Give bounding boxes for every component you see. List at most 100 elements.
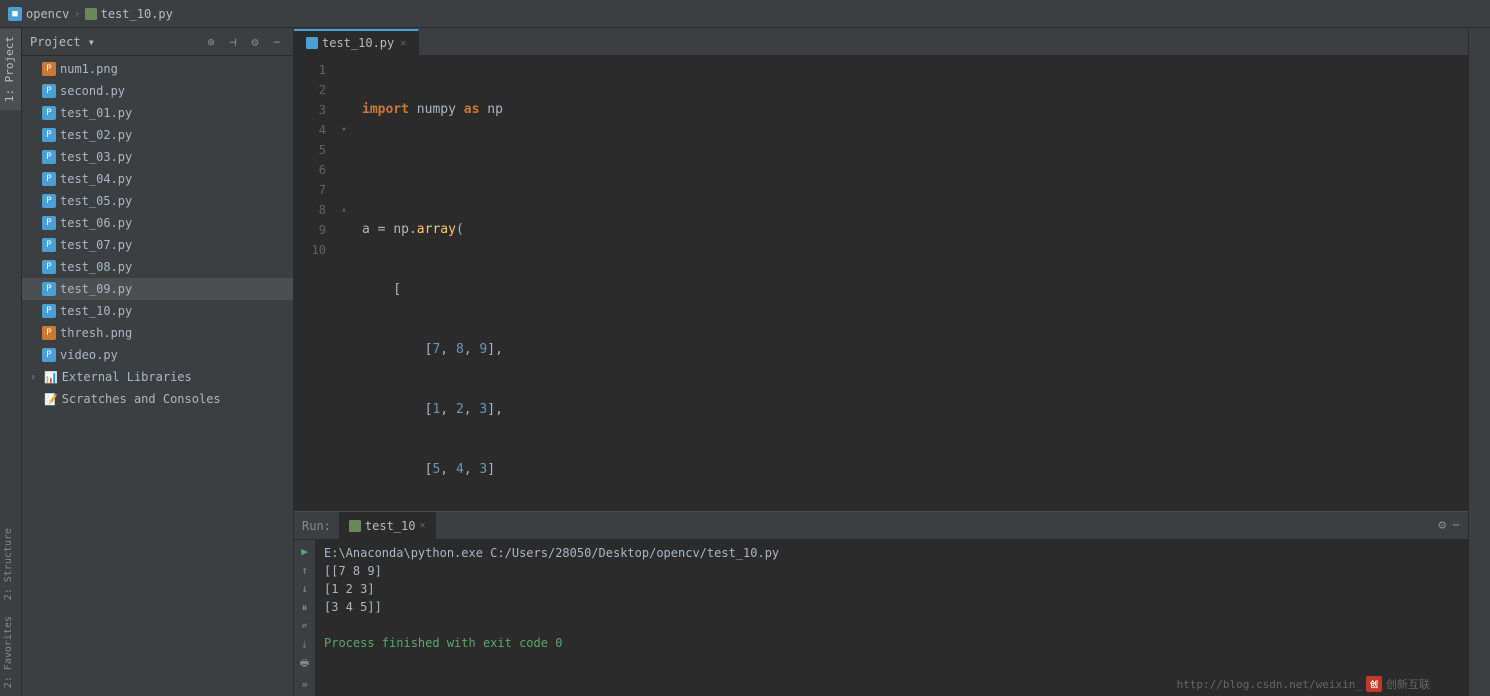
project-name: opencv (26, 7, 69, 21)
token-8: 8 (456, 340, 464, 360)
code-line-3: a = np.array( (362, 220, 1468, 240)
output-line-3: [3 4 5]] (324, 598, 1460, 616)
fold-icon-8[interactable]: ▴ (341, 205, 346, 215)
tab-label: test_10.py (322, 36, 394, 50)
sidebar-item-structure[interactable]: 2: Structure (0, 520, 21, 608)
run-gear-icon[interactable]: ⚙ (1438, 518, 1446, 533)
token-c1: , (440, 340, 456, 360)
token-3: 3 (479, 400, 487, 420)
token-a: a (362, 220, 370, 240)
tab-test10py[interactable]: test_10.py ✕ (294, 29, 419, 55)
file-test01py[interactable]: P test_01.py (22, 102, 293, 124)
py-icon: P (42, 304, 56, 318)
split-icon[interactable]: ⊣ (225, 34, 241, 50)
code-line-7: [5, 4, 3] (362, 460, 1468, 480)
wrap-button[interactable]: ⇌ (296, 619, 314, 634)
code-line-2 (362, 160, 1468, 180)
scratches-group[interactable]: › 📝 Scratches and Consoles (22, 388, 293, 410)
py-icon: P (42, 238, 56, 252)
globe-icon[interactable]: ⊕ (203, 34, 219, 50)
token-row3-close: ] (487, 460, 495, 480)
editor-area: test_10.py ✕ 1 2 3 4 5 6 7 8 9 10 (294, 28, 1468, 696)
token-paren1: ( (456, 220, 464, 240)
watermark-brand: http://blog.csdn.net/weixin_ 创 创新互联 (1177, 676, 1430, 692)
expand-arrow: › (30, 372, 42, 383)
token-c4: , (464, 400, 480, 420)
file-num1png[interactable]: P num1.png (22, 58, 293, 80)
file-test02py[interactable]: P test_02.py (22, 124, 293, 146)
run-minus-icon[interactable]: − (1452, 518, 1460, 533)
token-7: 7 (432, 340, 440, 360)
file-test07py[interactable]: P test_07.py (22, 234, 293, 256)
code-gutter: ▾ ▴ (334, 56, 354, 511)
token-row1-close: ], (487, 340, 503, 360)
token-c3: , (440, 400, 456, 420)
run-tab-close[interactable]: ✕ (419, 520, 425, 531)
token-row2-close: ], (487, 400, 503, 420)
collapse-icon[interactable]: − (269, 34, 285, 50)
watermark: http://blog.csdn.net/weixin_ 创 创新互联 (1177, 676, 1430, 692)
file-test05py[interactable]: P test_05.py (22, 190, 293, 212)
settings-icon[interactable]: ⚙ (247, 34, 263, 50)
sidebar-item-favorites[interactable]: 2: Favorites (0, 608, 21, 696)
file-test09py[interactable]: P test_09.py (22, 278, 293, 300)
library-icon: 📊 (44, 371, 58, 384)
tab-close-button[interactable]: ✕ (400, 38, 406, 49)
bottom-panel: Run: test_10 ✕ ⚙ − ▶ ↑ (294, 511, 1468, 696)
run-header-right: ⚙ − (1438, 518, 1460, 533)
token-1: 1 (432, 400, 440, 420)
line-num-9: 9 (294, 220, 334, 240)
down-button[interactable]: ↓ (296, 581, 314, 596)
py-icon: P (42, 348, 56, 362)
code-content[interactable]: import numpy as np a = np.array( [ [7, 8… (354, 56, 1468, 511)
token-c2: , (464, 340, 480, 360)
py-icon: P (42, 172, 56, 186)
gutter-5 (334, 140, 354, 160)
run-label: Run: (302, 519, 331, 533)
file-icon-title (85, 8, 97, 20)
gutter-9 (334, 220, 354, 240)
sidebar-item-project[interactable]: 1: Project (0, 28, 21, 110)
file-test04py[interactable]: P test_04.py (22, 168, 293, 190)
line-num-5: 5 (294, 140, 334, 160)
gutter-10 (334, 240, 354, 260)
pause-button[interactable]: ⏸ (296, 600, 314, 615)
file-secondpy[interactable]: P second.py (22, 80, 293, 102)
scroll-end-button[interactable]: ⤓ (296, 638, 314, 653)
run-tab-test10[interactable]: test_10 ✕ (339, 512, 436, 540)
file-threshpng[interactable]: P thresh.png (22, 322, 293, 344)
gutter-1 (334, 60, 354, 80)
gutter-8: ▴ (334, 200, 354, 220)
external-libraries-group[interactable]: › 📊 External Libraries (22, 366, 293, 388)
run-header: Run: test_10 ✕ ⚙ − (294, 512, 1468, 540)
py-icon: P (42, 128, 56, 142)
run-output: E:\Anaconda\python.exe C:/Users/28050/De… (316, 540, 1468, 696)
watermark-url: http://blog.csdn.net/weixin_ (1177, 678, 1362, 691)
line-num-4: 4 (294, 120, 334, 140)
token-4: 4 (456, 460, 464, 480)
png-icon: P (42, 62, 56, 76)
line-num-3: 3 (294, 100, 334, 120)
token-as: as (464, 100, 480, 120)
output-exit: Process finished with exit code 0 (324, 634, 1460, 652)
file-test06py[interactable]: P test_06.py (22, 212, 293, 234)
gutter-6 (334, 160, 354, 180)
py-icon: P (42, 150, 56, 164)
file-tree: P num1.png P second.py P test_01.py P te… (22, 56, 293, 696)
file-videopy[interactable]: P video.py (22, 344, 293, 366)
up-button[interactable]: ↑ (296, 563, 314, 578)
line-num-10: 10 (294, 240, 334, 260)
file-test08py[interactable]: P test_08.py (22, 256, 293, 278)
play-button[interactable]: ▶ (296, 544, 314, 559)
print-button[interactable]: 🖶 (296, 656, 314, 673)
code-line-6: [1, 2, 3], (362, 400, 1468, 420)
file-test10py[interactable]: P test_10.py (22, 300, 293, 322)
app-window: ■ opencv › test_10.py 1: Project 2: Stru… (0, 0, 1490, 696)
file-name-title: test_10.py (101, 7, 173, 21)
fold-icon-4[interactable]: ▾ (341, 125, 346, 135)
code-editor[interactable]: 1 2 3 4 5 6 7 8 9 10 ▾ (294, 56, 1468, 511)
line-num-1: 1 (294, 60, 334, 80)
file-test03py[interactable]: P test_03.py (22, 146, 293, 168)
more-button[interactable]: » (296, 677, 314, 692)
run-content-area: ▶ ↑ ↓ ⏸ ⇌ ⤓ 🖶 » E:\Anaconda\python.exe C… (294, 540, 1468, 696)
